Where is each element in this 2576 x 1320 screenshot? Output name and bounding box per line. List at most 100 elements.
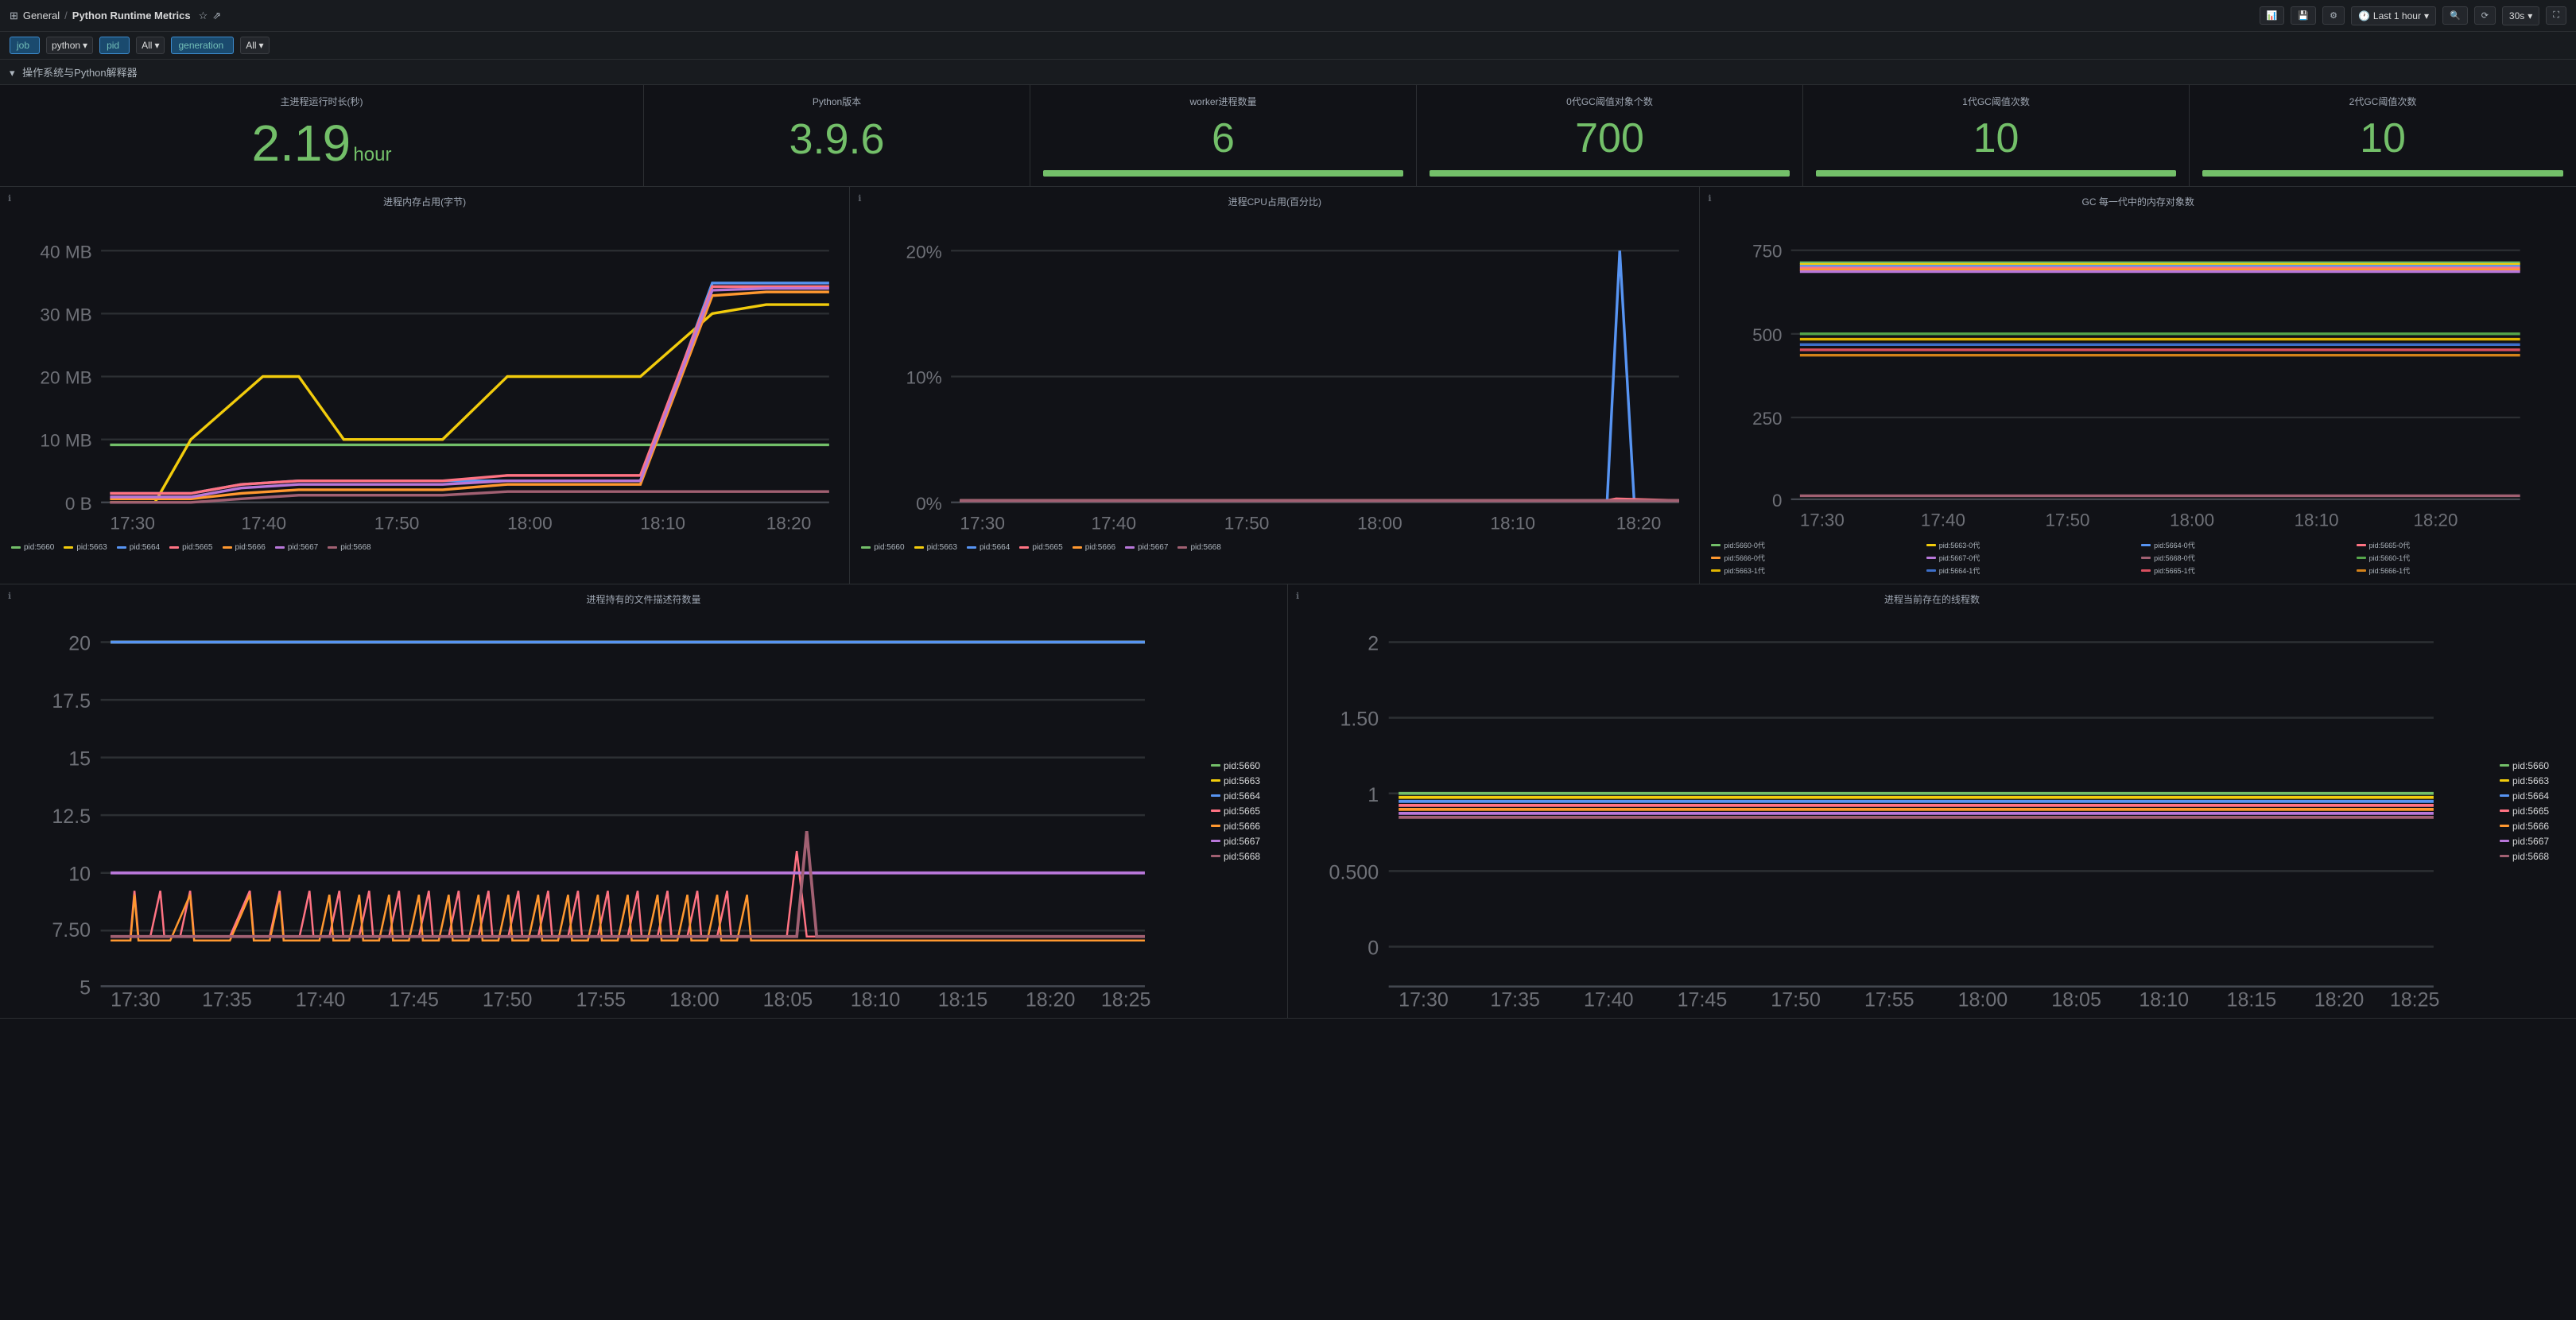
charts-row2: ℹ 进程持有的文件描述符数量 20 17.5 15 12.5 10 7.50: [0, 584, 2576, 1019]
filter-python[interactable]: python ▾: [46, 37, 93, 54]
filter-generation-all-label: All: [246, 40, 256, 51]
refresh-button[interactable]: ⟳: [2474, 6, 2496, 25]
legend-item: pid:5666-1代: [2357, 565, 2565, 576]
header-right: 📊 💾 ⚙ 🕐 Last 1 hour ▾ 🔍 ⟳ 30s ▾ ⛶: [2260, 6, 2566, 25]
svg-text:0.500: 0.500: [1329, 861, 1379, 883]
svg-text:20 MB: 20 MB: [40, 368, 91, 388]
svg-text:17.5: 17.5: [52, 690, 91, 712]
filter-generation[interactable]: generation: [171, 37, 234, 54]
svg-text:18:20: 18:20: [2414, 510, 2458, 530]
stat-runtime-label: 主进程运行时长(秒): [13, 95, 630, 108]
svg-text:1: 1: [1368, 783, 1379, 806]
svg-text:17:30: 17:30: [111, 988, 161, 1010]
svg-text:17:40: 17:40: [1092, 514, 1137, 534]
svg-text:17:40: 17:40: [1921, 510, 1965, 530]
svg-text:17:50: 17:50: [1224, 514, 1270, 534]
fullscreen-button[interactable]: ⛶: [2546, 6, 2566, 25]
panel-fd: ℹ 进程持有的文件描述符数量 20 17.5 15 12.5 10 7.50: [0, 584, 1288, 1019]
svg-text:18:00: 18:00: [507, 514, 553, 534]
svg-text:18:05: 18:05: [2051, 988, 2101, 1010]
legend-item: pid:5667: [1125, 543, 1168, 552]
share-icon[interactable]: ⇗: [212, 10, 221, 22]
legend-item: pid:5665: [169, 543, 212, 552]
info-icon-mem: ℹ: [8, 193, 11, 204]
svg-text:7.50: 7.50: [52, 918, 91, 941]
legend-item: pid:5667: [1211, 836, 1270, 847]
legend-item: pid:5664: [967, 543, 1010, 552]
chevron-gen-all: ▾: [259, 40, 264, 51]
chart-threads-svg: 2 1.50 1 0.500 0 17:30 17:35 17:40 17:45…: [1299, 612, 2493, 1011]
add-panel-button[interactable]: 📊: [2260, 6, 2285, 25]
time-range-label: Last 1 hour: [2373, 10, 2421, 21]
svg-text:18:00: 18:00: [2170, 510, 2214, 530]
svg-text:0: 0: [1772, 491, 1782, 511]
svg-text:17:30: 17:30: [1800, 510, 1845, 530]
legend-item: pid:5663-1代: [1711, 565, 1919, 576]
chart-gc-svg: 750 500 250 0 17:30 17:40 17:50 18:00 18…: [1711, 215, 2565, 535]
legend-item: pid:5663: [914, 543, 957, 552]
stat-gc1-bar: [1816, 170, 2176, 177]
svg-text:18:10: 18:10: [2139, 988, 2189, 1010]
legend-item: pid:5664: [1211, 790, 1270, 802]
stat-gc0-value: 700: [1430, 118, 1790, 159]
zoom-out-button[interactable]: 🔍: [2442, 6, 2468, 25]
stat-gc2: 2代GC阈值次数 10: [2190, 85, 2576, 186]
svg-text:17:50: 17:50: [483, 988, 533, 1010]
svg-text:2: 2: [1368, 632, 1379, 654]
svg-text:18:00: 18:00: [1357, 514, 1402, 534]
time-range-picker[interactable]: 🕐 Last 1 hour ▾: [2351, 6, 2436, 25]
svg-text:5: 5: [80, 976, 91, 999]
charts-row1: ℹ 进程内存占用(字节) 40 MB 30 MB 20 MB 10 MB 0 B…: [0, 187, 2576, 584]
panel-threads: ℹ 进程当前存在的线程数 2 1.50 1 0.500 0 17:30 17: [1288, 584, 2576, 1019]
svg-text:250: 250: [1753, 409, 1783, 429]
chart-fd-container: 20 17.5 15 12.5 10 7.50 5 17:30 17:35 17…: [11, 612, 1276, 1010]
legend-item: pid:5660: [11, 543, 54, 552]
svg-text:17:40: 17:40: [1584, 988, 1634, 1010]
panel-cpu: ℹ 进程CPU占用(百分比) 20% 10% 0% 17:30 17:40 17…: [850, 187, 1700, 584]
save-button[interactable]: 💾: [2291, 6, 2316, 25]
filter-pid-all-label: All: [142, 40, 152, 51]
settings-button[interactable]: ⚙: [2322, 6, 2345, 25]
filter-python-label: python: [52, 40, 80, 51]
grid-icon: ⊞: [10, 10, 18, 22]
main-header: ⊞ General / Python Runtime Metrics ☆ ⇗ 📊…: [0, 0, 2576, 32]
svg-text:10%: 10%: [906, 368, 942, 388]
filter-pid-all[interactable]: All ▾: [136, 37, 165, 54]
collapse-icon[interactable]: ▾: [10, 67, 15, 79]
legend-item: pid:5668: [1211, 851, 1270, 862]
chart-fd-svg: 20 17.5 15 12.5 10 7.50 5 17:30 17:35 17…: [11, 612, 1205, 1010]
svg-text:18:10: 18:10: [1491, 514, 1536, 534]
chart-cpu-wrap: 20% 10% 0% 17:30 17:40 17:50 18:00 18:10…: [861, 215, 1688, 538]
svg-text:0%: 0%: [916, 494, 942, 514]
legend-item: pid:5660: [1211, 760, 1270, 771]
svg-text:17:30: 17:30: [1399, 988, 1449, 1010]
header-left: ⊞ General / Python Runtime Metrics ☆ ⇗: [10, 10, 221, 22]
refresh-interval-picker[interactable]: 30s ▾: [2502, 6, 2539, 25]
legend-item: pid:5663: [1211, 775, 1270, 786]
svg-text:40 MB: 40 MB: [40, 242, 91, 262]
chevron-pid-all: ▾: [154, 40, 159, 51]
stat-workers-label: worker进程数量: [1043, 95, 1403, 108]
svg-text:18:00: 18:00: [1958, 988, 2008, 1010]
chevron-down-icon2: ▾: [2528, 10, 2532, 21]
svg-text:17:45: 17:45: [1678, 988, 1728, 1010]
svg-text:17:35: 17:35: [1490, 988, 1540, 1010]
filter-job[interactable]: job: [10, 37, 40, 54]
svg-text:20: 20: [68, 632, 91, 654]
legend-item: pid:5666: [1211, 821, 1270, 832]
stat-python-version: Python版本 3.9.6: [644, 85, 1030, 186]
legend-item: pid:5668: [328, 543, 370, 552]
stat-workers-value: 6: [1043, 118, 1403, 159]
stat-workers-bar: [1043, 170, 1403, 177]
svg-text:20%: 20%: [906, 242, 942, 262]
star-icon[interactable]: ☆: [199, 10, 208, 22]
svg-text:18:00: 18:00: [669, 988, 720, 1010]
filter-generation-key: generation: [178, 40, 223, 51]
filter-pid[interactable]: pid: [99, 37, 130, 54]
chart-fd-wrap: 20 17.5 15 12.5 10 7.50 5 17:30 17:35 17…: [11, 612, 1205, 1010]
breadcrumb-home[interactable]: General: [23, 10, 60, 21]
stat-workers: worker进程数量 6: [1030, 85, 1417, 186]
filter-generation-all[interactable]: All ▾: [240, 37, 269, 54]
svg-text:10 MB: 10 MB: [40, 431, 91, 451]
legend-item: pid:5666: [2500, 821, 2559, 832]
